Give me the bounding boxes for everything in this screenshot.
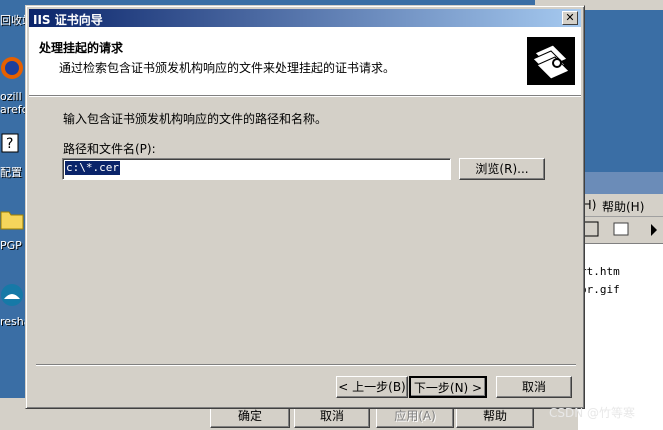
path-field-label: 路径和文件名(P): <box>63 142 156 156</box>
wizard-title: IIS 证书向导 <box>33 13 103 27</box>
background-menu-help[interactable]: 帮助(H) <box>602 198 644 215</box>
svg-text:?: ? <box>6 136 13 152</box>
desktop-label-mozilla: ozill <box>0 90 22 103</box>
toolbar-icons[interactable] <box>578 217 663 243</box>
browse-button[interactable]: 浏览(R)... <box>459 158 545 180</box>
close-icon: ✕ <box>565 11 575 24</box>
path-input[interactable]: c:\*.cer <box>62 158 451 180</box>
path-input-value: c:\*.cer <box>65 161 120 175</box>
instruction-text: 输入包含证书颁发机构响应的文件的路径和名称。 <box>63 112 328 126</box>
next-button[interactable]: 下一步(N) > <box>409 376 487 398</box>
config-icon[interactable]: ? <box>0 132 26 159</box>
background-window-toolbar <box>578 217 663 244</box>
back-button[interactable]: < 上一步(B) <box>336 376 408 398</box>
header-divider <box>29 96 581 97</box>
wireshark-icon[interactable] <box>0 283 26 310</box>
iis-certificate-wizard: IIS 证书向导 ✕ 处理挂起的请求 通过检索包含证书颁发机构响应的文件来处理挂… <box>25 5 585 409</box>
bottom-separator <box>36 364 576 366</box>
certificate-icon <box>527 37 575 85</box>
cancel-button[interactable]: 取消 <box>496 376 572 398</box>
firefox-icon[interactable] <box>0 56 26 83</box>
close-button[interactable]: ✕ <box>562 11 578 25</box>
header-subtitle: 通过检索包含证书颁发机构响应的文件来处理挂起的证书请求。 <box>59 61 396 75</box>
wizard-titlebar[interactable]: IIS 证书向导 ✕ <box>29 9 581 27</box>
desktop-label-config: 配置 <box>0 166 22 179</box>
pgp-folder-icon[interactable] <box>0 207 26 234</box>
header-title: 处理挂起的请求 <box>39 41 124 55</box>
file-item[interactable]: rt.htm <box>580 265 620 278</box>
file-item[interactable]: or.gif <box>580 283 620 296</box>
watermark: CSDN @竹等寒 <box>549 406 636 420</box>
background-window-titlebar <box>578 172 663 194</box>
wizard-header: 处理挂起的请求 通过检索包含证书颁发机构响应的文件来处理挂起的证书请求。 <box>29 27 581 96</box>
desktop-label-pgp: PGP <box>0 239 22 252</box>
